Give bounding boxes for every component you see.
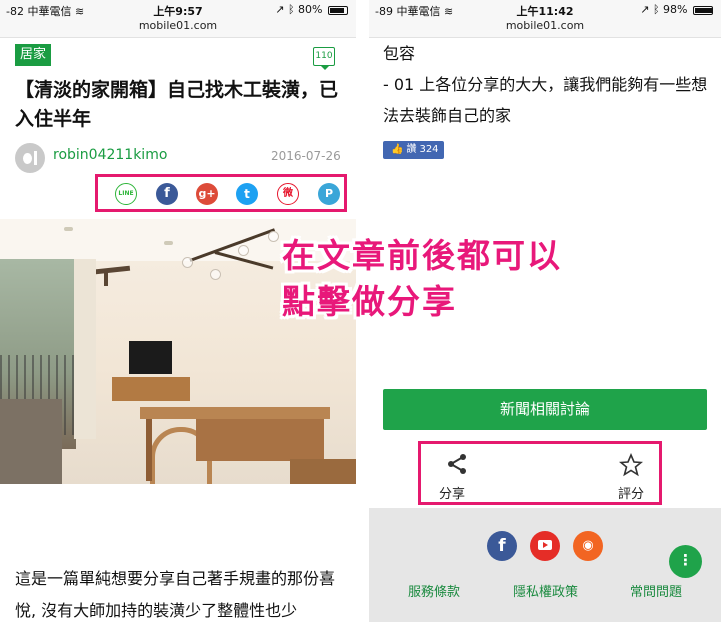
photo-floor-bench: [290, 459, 356, 484]
like-label: 讚: [406, 144, 417, 155]
related-news-button[interactable]: 新聞相關討論: [383, 389, 707, 430]
location-icon: ↗: [640, 3, 650, 16]
category-tag[interactable]: 居家: [15, 44, 52, 66]
photo-lamp-bulb: [182, 257, 193, 268]
url-bar[interactable]: mobile01.com: [0, 19, 356, 32]
plurk-icon[interactable]: P: [318, 183, 340, 205]
battery-fill: [330, 7, 344, 13]
status-bar: -89 中華電信 ≋ 上午11:42 ↗ ᛒ 98% mobile01.com: [369, 0, 721, 38]
weibo-icon[interactable]: 微: [277, 183, 299, 205]
photo-sofa: [0, 399, 62, 484]
photo-lamp-bulb: [238, 245, 249, 256]
photo-tv: [129, 341, 172, 374]
photo-ceiling-fan-rod: [104, 271, 108, 286]
youtube-play-glyph: [538, 540, 552, 550]
facebook-icon[interactable]: f: [156, 183, 178, 205]
page-footer: [369, 508, 721, 622]
rate-label[interactable]: 評分: [618, 483, 644, 502]
line-icon[interactable]: LINE: [115, 183, 137, 205]
twitter-icon[interactable]: t: [236, 183, 258, 205]
footer-link-terms[interactable]: 服務條款: [408, 581, 460, 600]
photo-dining-table: [140, 407, 330, 419]
photo-lamp-bulb: [210, 269, 221, 280]
status-right: ↗ ᛒ 98%: [640, 3, 713, 16]
bluetooth-icon: ᛒ: [287, 3, 295, 16]
facebook-icon[interactable]: f: [487, 531, 517, 561]
like-count: 324: [419, 144, 439, 155]
article-title: 【清淡的家開箱】自己找木工裝潢，已入住半年: [15, 79, 339, 130]
rss-icon[interactable]: ◉: [573, 531, 603, 561]
status-bar: -82 中華電信 ≋ 上午9:57 ↗ ᛒ 80% mobile01.com: [0, 0, 356, 38]
photo-curtain: [74, 259, 96, 439]
battery-percent: 98%: [663, 3, 688, 16]
battery-fill: [695, 7, 712, 13]
footer-link-faq[interactable]: 常問問題: [630, 581, 682, 600]
post-date: 2016-07-26: [271, 149, 341, 163]
location-icon: ↗: [275, 3, 285, 16]
thumbs-up-icon: 👍: [391, 144, 404, 155]
photo-table-panel: [196, 419, 324, 461]
article-body-text: 包容 - 01 上各位分享的大大，讓我們能夠有一些想法去裝飾自己的家: [383, 44, 708, 125]
author-avatar[interactable]: [15, 143, 45, 173]
photo-table-leg: [146, 419, 152, 481]
photo-tv-cabinet: [112, 377, 190, 401]
facebook-like-button[interactable]: 👍 讚 324: [383, 141, 444, 159]
photo-lamp-bulb: [268, 231, 279, 242]
battery-percent: 80%: [298, 3, 323, 16]
url-bar[interactable]: mobile01.com: [369, 19, 721, 32]
annotation-callout: 在文章前後都可以點擊做分享: [282, 236, 562, 321]
photo-downlight: [164, 241, 173, 245]
share-label[interactable]: 分享: [439, 483, 465, 502]
share-icon[interactable]: [445, 452, 469, 476]
battery-icon: [693, 5, 713, 15]
comment-count-badge[interactable]: 110: [313, 47, 335, 70]
status-right: ↗ ᛒ 80%: [275, 3, 348, 16]
footer-link-privacy[interactable]: 隱私權政策: [513, 581, 578, 600]
google-plus-icon[interactable]: g+: [196, 183, 218, 205]
author-name[interactable]: robin04211kimo: [53, 147, 167, 163]
more-menu-fab[interactable]: ⋮: [669, 545, 702, 578]
star-icon[interactable]: [619, 453, 643, 477]
photo-downlight: [64, 227, 73, 231]
article-body-text: 這是一篇單純想要分享自己著手規畫的那份喜悅, 沒有大師加持的裝潢少了整體性也少: [15, 569, 336, 620]
youtube-icon[interactable]: [530, 531, 560, 561]
battery-icon: [328, 5, 348, 15]
bluetooth-icon: ᛒ: [652, 3, 660, 16]
